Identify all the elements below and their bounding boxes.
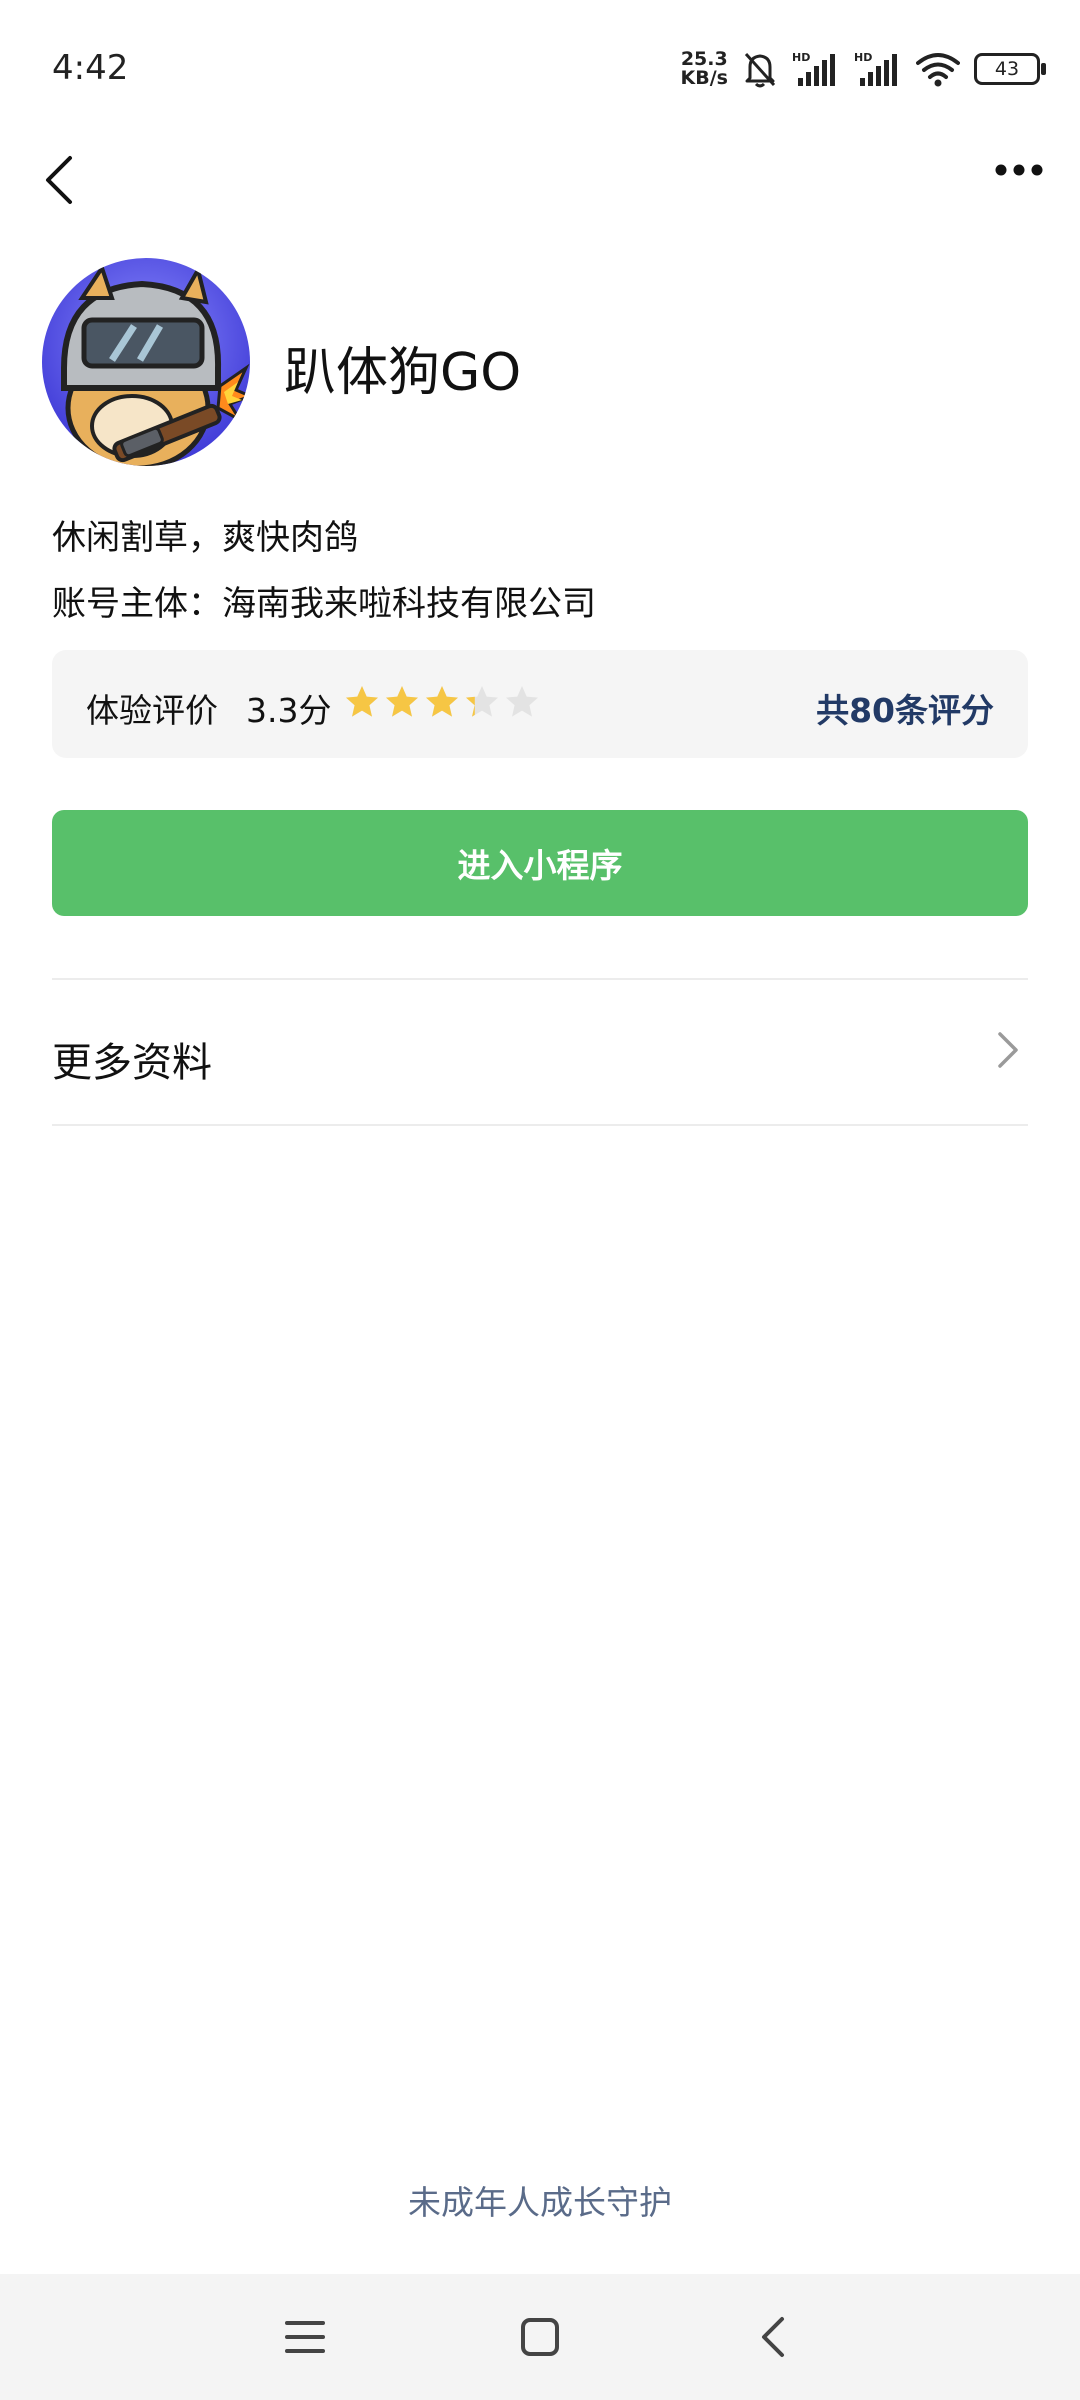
more-info-label: 更多资料 bbox=[52, 1040, 212, 1086]
status-icons: 25.3 KB/s HD HD 43 bbox=[681, 46, 1046, 92]
rating-card[interactable]: 体验评价 3.3分 共80条评分 bbox=[52, 650, 1028, 758]
signal-hd-icon: HD bbox=[792, 51, 835, 86]
chevron-right-icon bbox=[998, 1032, 1018, 1068]
menu-button[interactable] bbox=[270, 2302, 340, 2372]
app-title: 趴体狗GO bbox=[284, 343, 522, 403]
more-button[interactable] bbox=[984, 140, 1054, 200]
more-dots-icon bbox=[995, 164, 1043, 176]
star-icon bbox=[506, 686, 538, 717]
status-bar: 4:42 25.3 KB/s HD HD 43 bbox=[0, 0, 1080, 140]
minor-protection-link[interactable]: 未成年人成长守护 bbox=[0, 2176, 1080, 2224]
system-nav-bar bbox=[0, 2274, 1080, 2400]
star-icon bbox=[466, 686, 498, 717]
back-arrow-icon bbox=[46, 156, 72, 204]
star-icon bbox=[346, 686, 378, 717]
net-speed-unit: KB/s bbox=[680, 67, 728, 89]
svg-text:HD: HD bbox=[854, 51, 872, 64]
account-entity: 账号主体：海南我来啦科技有限公司 bbox=[52, 584, 596, 624]
star-icon bbox=[386, 686, 418, 717]
enter-mini-program-button[interactable]: 进入小程序 bbox=[52, 810, 1028, 916]
svg-text:HD: HD bbox=[792, 51, 810, 64]
system-back-button[interactable] bbox=[738, 2302, 808, 2372]
back-button[interactable] bbox=[30, 140, 90, 220]
star-rating bbox=[344, 684, 540, 720]
back-triangle-icon bbox=[762, 2317, 784, 2357]
home-square-icon bbox=[521, 2318, 559, 2356]
battery-icon: 43 bbox=[974, 53, 1046, 85]
bell-muted-icon bbox=[744, 52, 776, 88]
status-time: 4:42 bbox=[52, 48, 129, 88]
wifi-icon bbox=[916, 53, 960, 87]
star-icon bbox=[426, 686, 458, 717]
rating-count: 共80条评分 bbox=[816, 691, 994, 730]
rating-score: 3.3分 bbox=[246, 691, 332, 730]
app-description: 休闲割草，爽快肉鸽 bbox=[52, 518, 358, 558]
divider bbox=[52, 1124, 1028, 1126]
menu-icon bbox=[285, 2321, 325, 2353]
rating-label: 体验评价 bbox=[86, 691, 218, 730]
signal-hd-icon: HD bbox=[854, 51, 897, 86]
net-speed: 25.3 KB/s bbox=[681, 50, 728, 88]
home-button[interactable] bbox=[505, 2302, 575, 2372]
more-info-row[interactable]: 更多资料 bbox=[52, 980, 1028, 1126]
app-icon bbox=[42, 258, 250, 466]
